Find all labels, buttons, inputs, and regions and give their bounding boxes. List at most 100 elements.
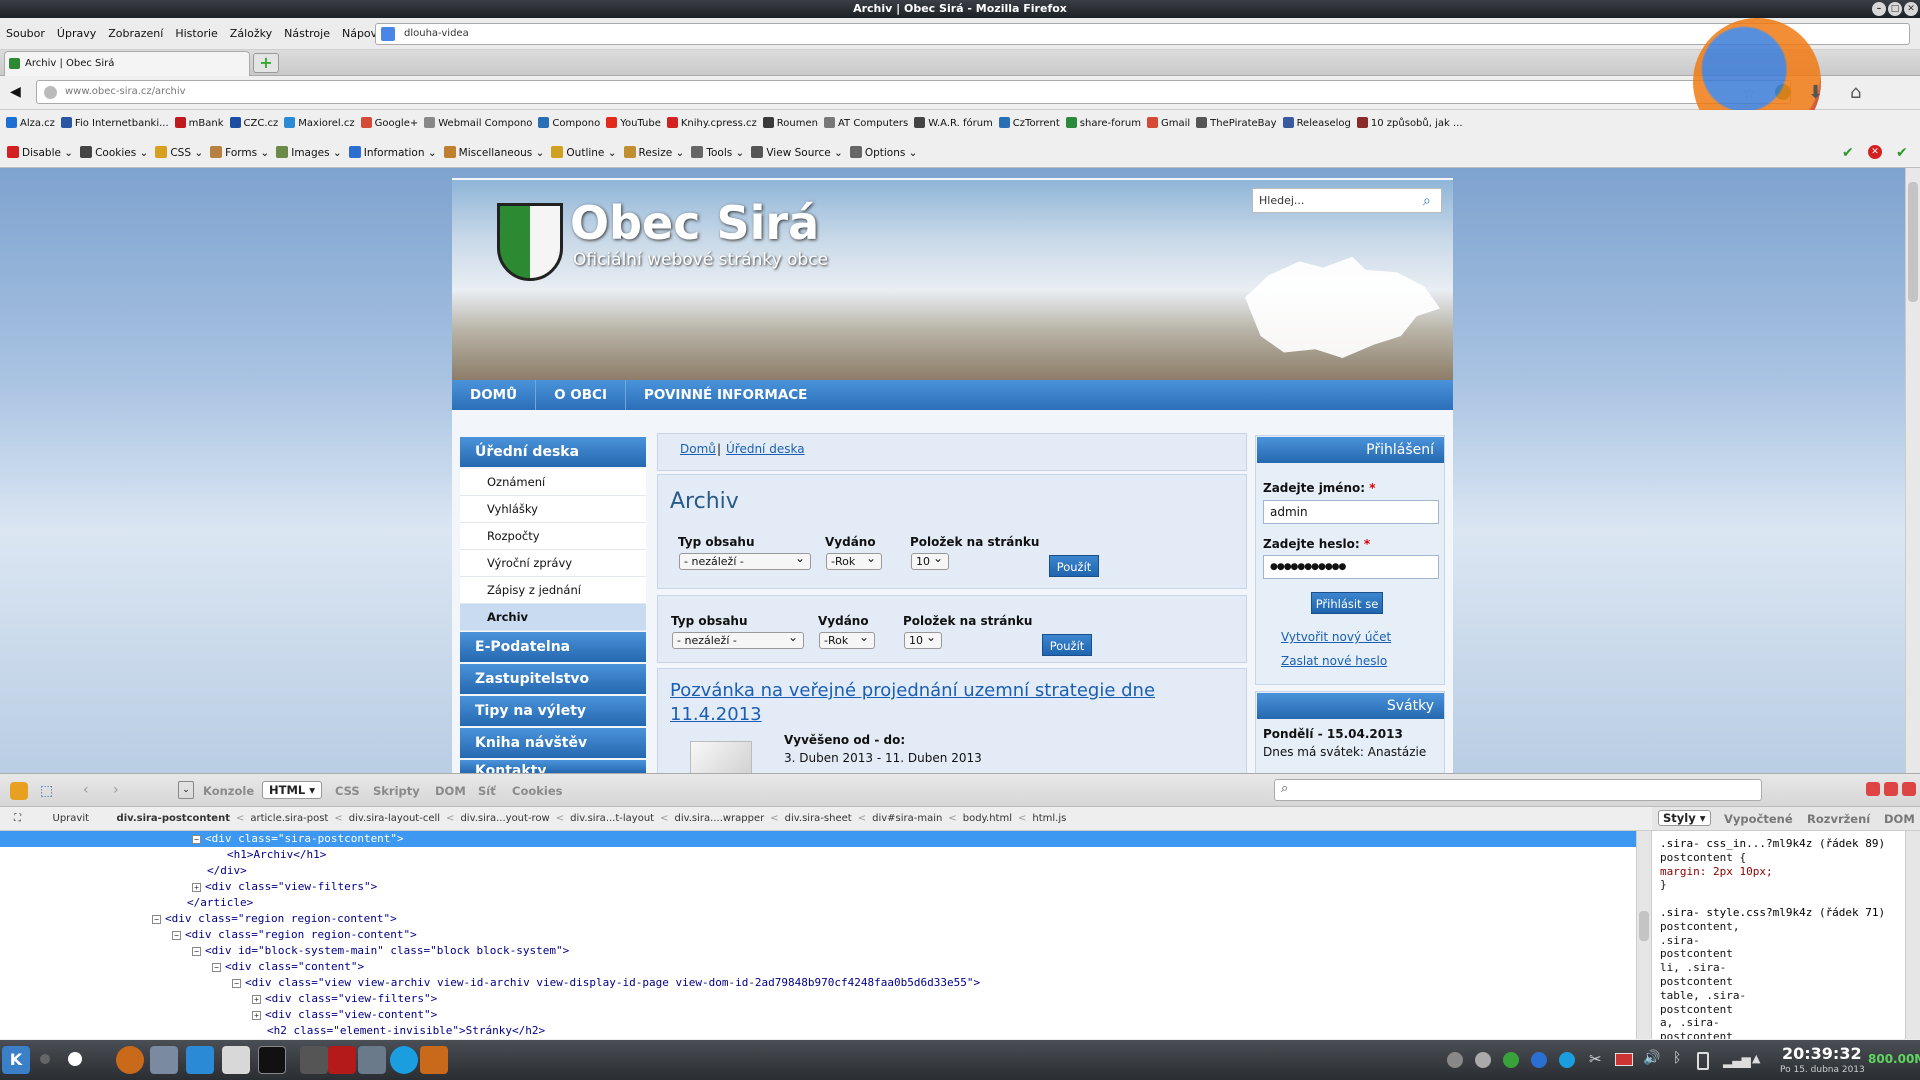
- firebug-tab-css[interactable]: CSS: [335, 784, 360, 798]
- firebug-breadcrumb-item[interactable]: article.sira-post: [250, 807, 328, 831]
- bookmark-item[interactable]: W.A.R. fórum: [914, 110, 993, 138]
- devtool-menu-tools[interactable]: Tools ⌄: [691, 138, 744, 168]
- apply-button[interactable]: Použít: [1049, 555, 1099, 577]
- expand-icon[interactable]: +: [252, 995, 261, 1004]
- menu-history[interactable]: Historie: [169, 18, 223, 50]
- bookmark-item[interactable]: AT Computers: [823, 110, 908, 138]
- expand-icon[interactable]: +: [192, 883, 201, 892]
- devtool-menu-forms[interactable]: Forms ⌄: [210, 138, 269, 168]
- collapse-icon[interactable]: −: [152, 915, 161, 924]
- keyboard-layout-icon[interactable]: [1615, 1053, 1633, 1066]
- bookmark-item[interactable]: Knihy.cpress.cz: [666, 110, 757, 138]
- collapse-icon[interactable]: −: [192, 947, 201, 956]
- desktop-icon[interactable]: [68, 1052, 82, 1066]
- battery-icon[interactable]: [1697, 1052, 1709, 1070]
- village-crest-icon[interactable]: [497, 203, 563, 281]
- screenshot-task-icon[interactable]: [358, 1046, 386, 1074]
- article-title-link[interactable]: Pozvánka na veřejné projednání uzemní st…: [670, 679, 1190, 727]
- search-icon[interactable]: ⌕: [1423, 190, 1431, 213]
- html-tree-node[interactable]: <h2 class="element-invisible">Stránky</h…: [0, 1023, 545, 1039]
- files-task-icon[interactable]: [222, 1046, 250, 1074]
- firefox-window-icon[interactable]: [420, 1046, 448, 1074]
- devtool-menu-css[interactable]: CSS ⌄: [155, 138, 203, 168]
- check-icon[interactable]: ✔: [1842, 145, 1854, 161]
- password-input[interactable]: ●●●●●●●●●●●: [1263, 555, 1439, 579]
- wifi-signal-icon[interactable]: ▂▄▆: [1723, 1054, 1751, 1068]
- firebug-close-icon[interactable]: [1902, 782, 1916, 796]
- devtool-menu-disable[interactable]: Disable ⌄: [7, 138, 73, 168]
- clock-time[interactable]: 20:39:32: [1782, 1044, 1862, 1063]
- download-icon[interactable]: ⬇: [1808, 82, 1823, 103]
- issued-select[interactable]: -Rok: [826, 551, 882, 570]
- html-tree-node[interactable]: <h1>Archiv</h1>: [0, 847, 326, 863]
- site-title[interactable]: Obec Sirá: [570, 196, 819, 250]
- sidebar-header-guestbook[interactable]: Kniha návštěv: [460, 728, 646, 758]
- nav-about[interactable]: O OBCI: [536, 380, 626, 410]
- nav-home[interactable]: DOMŮ: [452, 380, 537, 410]
- collapse-icon[interactable]: −: [172, 931, 181, 940]
- back-arrow-icon[interactable]: ◀: [10, 84, 21, 100]
- html-tree-node[interactable]: − <div class="content">: [0, 959, 364, 975]
- firebug-tab-html[interactable]: HTML ▾: [262, 781, 323, 799]
- devtool-menu-options[interactable]: Options ⌄: [849, 138, 917, 168]
- issued-select-2[interactable]: -Rok: [819, 630, 875, 649]
- sidebar-item-budgets[interactable]: Rozpočty: [460, 523, 646, 550]
- html-tree-node[interactable]: </div>: [0, 863, 247, 879]
- forward-icon[interactable]: ›: [113, 782, 119, 798]
- login-button[interactable]: Přihlásit se: [1311, 592, 1383, 614]
- html-tree-node[interactable]: − <div class="sira-postcontent">: [0, 831, 1636, 847]
- perpage-select[interactable]: 10: [911, 551, 949, 570]
- menu-edit[interactable]: Úpravy: [51, 18, 102, 50]
- tab-active[interactable]: Archiv | Obec Sirá: [4, 51, 250, 76]
- firebug-tab-console[interactable]: Konzole: [203, 784, 254, 798]
- bookmark-item[interactable]: share-forum: [1065, 110, 1141, 138]
- filezilla-task-icon[interactable]: [328, 1046, 356, 1074]
- bookmark-item[interactable]: CzTorrent: [998, 110, 1060, 138]
- update-tray-icon[interactable]: [1503, 1052, 1519, 1068]
- bookmark-item[interactable]: Gmail: [1146, 110, 1190, 138]
- network-tray-icon[interactable]: [1531, 1052, 1547, 1068]
- styles-scrollbar[interactable]: [1905, 831, 1920, 1039]
- tray-expand-icon[interactable]: ▲: [1752, 1052, 1760, 1065]
- check-icon-2[interactable]: ✔: [1896, 145, 1908, 161]
- bookmark-item[interactable]: Compono: [538, 110, 600, 138]
- firebug-html-scrollbar[interactable]: [1636, 831, 1652, 1039]
- bookmark-item[interactable]: mBank: [174, 110, 224, 138]
- bookmark-item[interactable]: Releaselog: [1282, 110, 1351, 138]
- bookmark-item[interactable]: 10 způsobů, jak ...: [1356, 110, 1463, 138]
- firebug-breadcrumb-item[interactable]: div#sira-main: [872, 807, 942, 831]
- breadcrumb-home-link[interactable]: Domů: [680, 442, 716, 456]
- firebug-breadcrumb-item[interactable]: html.js: [1032, 807, 1066, 831]
- inspect-icon[interactable]: ⬚: [40, 783, 53, 799]
- scrollbar-thumb[interactable]: [1908, 182, 1918, 302]
- type-select-2[interactable]: - nezáleží -: [672, 630, 804, 649]
- firebug-tab-scripts[interactable]: Skripty: [373, 784, 420, 798]
- firebug-tab-cookies[interactable]: Cookies: [512, 784, 562, 798]
- html-tree-node[interactable]: − <div class="region region-content">: [0, 911, 397, 927]
- firebug-breadcrumb-item[interactable]: body.html: [963, 807, 1012, 831]
- terminal-task-icon[interactable]: [258, 1046, 286, 1074]
- sidebar-item-minutes[interactable]: Zápisy z jednání: [460, 577, 646, 604]
- bluetooth-icon[interactable]: ᛒ: [1673, 1050, 1681, 1066]
- firebug-tab-net[interactable]: Síť: [478, 784, 496, 798]
- menu-file[interactable]: Soubor: [0, 18, 51, 50]
- sidebar-header-council[interactable]: Zastupitelstvo: [460, 664, 646, 694]
- firebug-breadcrumb-item[interactable]: div.sira....wrapper: [674, 807, 764, 831]
- bookmark-item[interactable]: Roumen: [762, 110, 818, 138]
- firebug-breadcrumb-item[interactable]: div.sira-postcontent: [117, 807, 230, 831]
- scrollbar-thumb[interactable]: [1639, 911, 1649, 941]
- menu-tools[interactable]: Nástroje: [278, 18, 336, 50]
- perpage-select-2[interactable]: 10: [904, 630, 942, 649]
- settings-task-icon[interactable]: [150, 1046, 178, 1074]
- collapse-icon[interactable]: −: [212, 963, 221, 972]
- scissors-tray-icon[interactable]: ✂: [1589, 1050, 1602, 1068]
- bookmark-item[interactable]: YouTube: [606, 110, 661, 138]
- sidebar-header-trip-tips[interactable]: Tipy na výlety: [460, 696, 646, 726]
- devtool-menu-outline[interactable]: Outline ⌄: [551, 138, 617, 168]
- html-tree-node[interactable]: + <div class="view-filters">: [0, 879, 377, 895]
- breadcrumb-current-link[interactable]: Úřední deska: [726, 442, 805, 456]
- home-icon[interactable]: ⌂: [1850, 82, 1861, 103]
- bookmark-item[interactable]: CZC.cz: [229, 110, 278, 138]
- devtool-menu-images[interactable]: Images ⌄: [276, 138, 342, 168]
- bookmark-item[interactable]: ThePirateBay: [1196, 110, 1277, 138]
